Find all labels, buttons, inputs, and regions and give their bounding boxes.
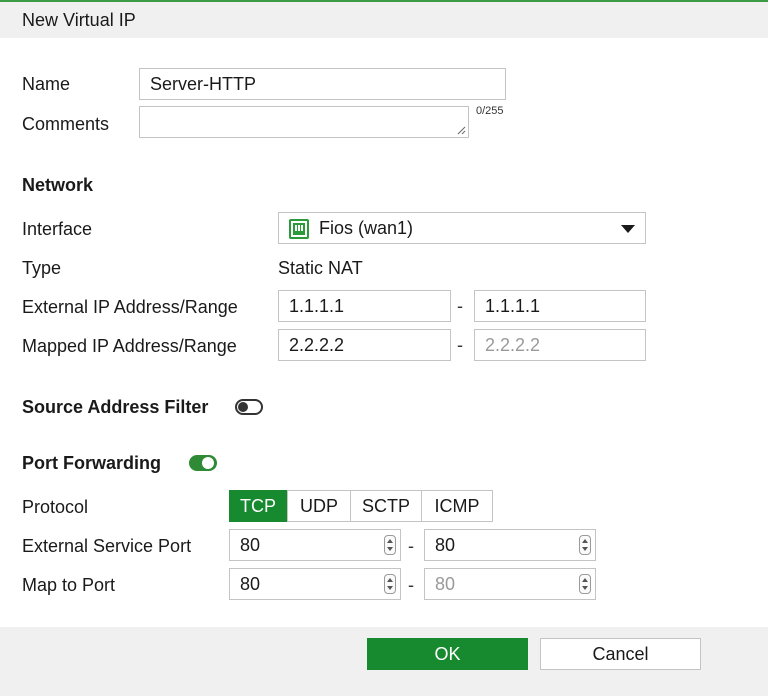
map-to-port-end-value: 80: [435, 574, 456, 594]
interface-select[interactable]: Fios (wan1): [278, 212, 646, 244]
external-ip-label: External IP Address/Range: [22, 297, 238, 317]
stepper-icon[interactable]: [579, 535, 591, 555]
external-service-port-start-value: 80: [240, 535, 261, 555]
mapped-ip-start-input[interactable]: 2.2.2.2: [278, 329, 451, 361]
cancel-button[interactable]: Cancel: [540, 638, 701, 670]
external-service-port-label: External Service Port: [22, 536, 192, 556]
stepper-icon[interactable]: [384, 574, 396, 594]
comments-textarea[interactable]: [139, 106, 469, 138]
network-port-icon: [289, 219, 309, 239]
map-to-port-separator: -: [408, 575, 414, 595]
name-input[interactable]: Server-HTTP: [139, 68, 506, 100]
external-service-port-end-input[interactable]: 80: [424, 529, 596, 561]
map-to-port-end-input[interactable]: 80: [424, 568, 596, 600]
source-address-filter-label: Source Address Filter: [22, 397, 209, 417]
protocol-option-udp[interactable]: UDP: [287, 490, 351, 522]
map-to-port-start-value: 80: [240, 574, 261, 594]
comments-label: Comments: [22, 114, 110, 134]
mapped-ip-label: Mapped IP Address/Range: [22, 336, 237, 356]
dialog-title: New Virtual IP: [22, 10, 136, 30]
external-service-port-end-value: 80: [435, 535, 456, 555]
mapped-ip-end-input[interactable]: 2.2.2.2: [474, 329, 646, 361]
stepper-icon[interactable]: [384, 535, 396, 555]
dialog-title-bar: New Virtual IP: [0, 0, 768, 38]
external-service-port-start-input[interactable]: 80: [229, 529, 401, 561]
port-forwarding-toggle[interactable]: [189, 455, 217, 471]
protocol-option-sctp[interactable]: SCTP: [350, 490, 422, 522]
interface-label: Interface: [22, 219, 93, 239]
port-forwarding-label: Port Forwarding: [22, 453, 161, 473]
external-ip-end-input[interactable]: 1.1.1.1: [474, 290, 646, 322]
protocol-option-tcp[interactable]: TCP: [229, 490, 287, 522]
type-value: Static NAT: [278, 258, 363, 278]
type-label: Type: [22, 258, 62, 278]
map-to-port-start-input[interactable]: 80: [229, 568, 401, 600]
name-label: Name: [22, 74, 71, 94]
protocol-option-icmp[interactable]: ICMP: [421, 490, 493, 522]
resize-handle-icon[interactable]: [456, 125, 466, 135]
source-address-filter-toggle[interactable]: [235, 399, 263, 415]
external-ip-start-input[interactable]: 1.1.1.1: [278, 290, 451, 322]
toggle-knob: [238, 402, 248, 412]
toggle-knob: [202, 457, 214, 469]
mapped-ip-separator: -: [457, 335, 463, 355]
ok-button[interactable]: OK: [367, 638, 528, 670]
stepper-icon[interactable]: [579, 574, 591, 594]
interface-selected-value: Fios (wan1): [319, 218, 414, 238]
map-to-port-label: Map to Port: [22, 575, 116, 595]
chevron-down-icon: [621, 225, 635, 233]
protocol-label: Protocol: [22, 497, 89, 517]
external-service-port-separator: -: [408, 536, 414, 556]
network-heading: Network: [22, 175, 94, 195]
comments-char-counter: 0/255: [476, 105, 504, 117]
external-ip-separator: -: [457, 296, 463, 316]
dialog-footer: OK Cancel: [0, 627, 768, 696]
